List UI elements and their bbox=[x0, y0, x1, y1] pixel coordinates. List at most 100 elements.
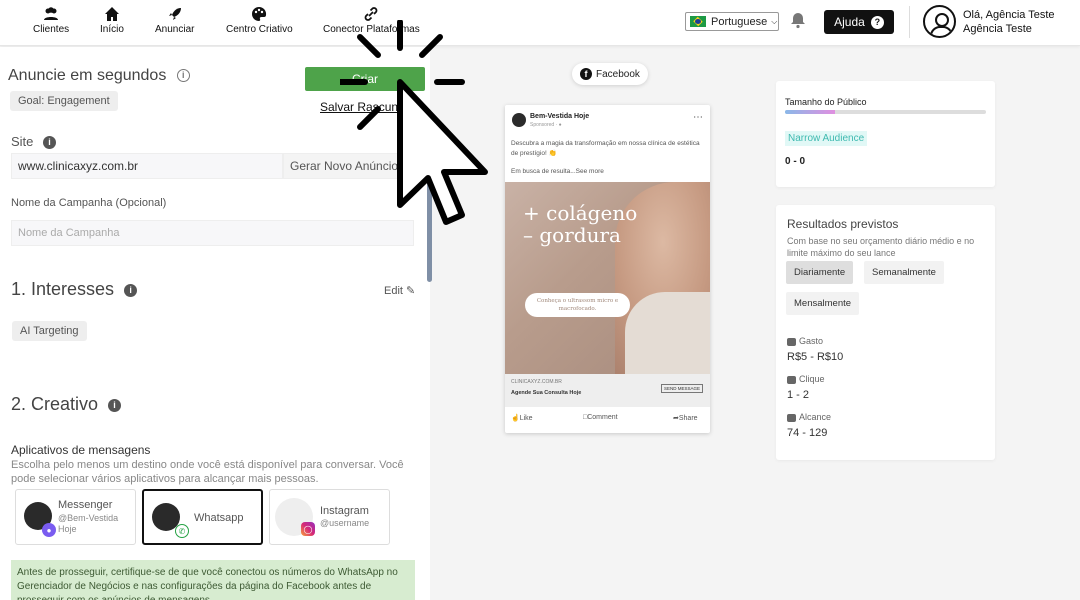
user-line-2: Agência Teste bbox=[963, 23, 1032, 35]
user-avatar[interactable] bbox=[923, 5, 956, 38]
more-options-icon[interactable]: ⋯ bbox=[693, 112, 703, 123]
info-icon[interactable]: i bbox=[124, 283, 138, 297]
messaging-apps-title: Aplicativos de mensagens bbox=[11, 443, 151, 457]
results-description: Com base no seu orçamento diário médio e… bbox=[787, 236, 975, 258]
platform-chip[interactable]: f Facebook bbox=[572, 63, 648, 85]
app-handle: @username bbox=[320, 518, 370, 528]
divider bbox=[909, 6, 910, 38]
app-name: Messenger bbox=[58, 499, 113, 511]
ad-preview: Bem-Vestida Hoje Sponsored · ● ⋯ Descubr… bbox=[505, 105, 710, 433]
send-message-button[interactable]: SEND MESSAGE bbox=[661, 384, 704, 393]
top-navigation-bar: Clientes Início Anunciar Centro Criativo… bbox=[0, 0, 1080, 46]
brazil-flag-icon bbox=[690, 16, 706, 27]
reach-value: 74 - 129 bbox=[787, 427, 828, 439]
facebook-icon: f bbox=[580, 68, 592, 80]
help-button[interactable]: Ajuda ? bbox=[824, 10, 894, 34]
clicks-label: Clique bbox=[787, 374, 825, 384]
section-interests-title: 1. Interesses i bbox=[11, 279, 138, 300]
like-button[interactable]: ☝Like bbox=[511, 414, 533, 422]
audience-title: Tamanho do Público bbox=[785, 97, 867, 107]
share-label: Share bbox=[678, 415, 698, 422]
chevron-down-icon: ⌵ bbox=[771, 16, 778, 26]
section-creative-text: 2. Creativo bbox=[11, 394, 99, 414]
whatsapp-option[interactable]: ✆ Whatsapp bbox=[142, 489, 263, 545]
clicks-label-text: Clique bbox=[799, 374, 825, 384]
info-icon[interactable]: i bbox=[43, 136, 57, 150]
edit-label: Edit bbox=[384, 285, 403, 297]
pencil-icon: ✎ bbox=[406, 285, 416, 297]
see-more-text: Em busca de resulta...See more bbox=[511, 168, 604, 175]
page-avatar bbox=[512, 113, 526, 127]
campaign-name-label: Nome da Campanha (Opcional) bbox=[11, 197, 167, 209]
post-text: Descubra a magia da transformação em nos… bbox=[511, 140, 700, 157]
site-label: Site i bbox=[11, 134, 57, 150]
predicted-results-card: Resultados previstos Com base no seu orç… bbox=[776, 205, 995, 460]
nav-centro-criativo[interactable]: Centro Criativo bbox=[226, 6, 293, 35]
like-label: Like bbox=[519, 415, 533, 422]
globe-icon: ● bbox=[558, 122, 562, 128]
tab-monthly[interactable]: Mensalmente bbox=[786, 292, 860, 315]
campaign-name-input[interactable]: Nome da Campanha bbox=[11, 220, 414, 246]
headline-line-1: + colágeno bbox=[523, 201, 638, 225]
goal-chip: Goal: Engagement bbox=[10, 91, 118, 111]
edit-interests-link[interactable]: Edit ✎ bbox=[384, 284, 415, 297]
save-draft-link[interactable]: Salvar Rascunho bbox=[320, 100, 411, 114]
link-url: CLINICAXYZ.COM.BR bbox=[511, 379, 562, 385]
messenger-option[interactable]: ● Messenger @Bem-Vestida Hoje bbox=[15, 489, 136, 545]
whatsapp-notice: Antes de prosseguir, certifique-se de qu… bbox=[11, 560, 415, 600]
link-footer: CLINICAXYZ.COM.BR Agende Sua Consulta Ho… bbox=[505, 374, 710, 407]
nav-inicio[interactable]: Início bbox=[100, 6, 124, 35]
link-icon bbox=[364, 7, 378, 21]
comment-button[interactable]: □Comment bbox=[583, 414, 618, 421]
section-interests-text: 1. Interesses bbox=[11, 279, 115, 299]
user-line-1: Olá, Agência Teste bbox=[963, 9, 1055, 21]
users-icon bbox=[44, 7, 59, 20]
results-title: Resultados previstos bbox=[787, 217, 899, 231]
share-button[interactable]: ➦Share bbox=[673, 414, 698, 422]
messenger-icon: ● bbox=[42, 523, 56, 537]
form-title-text: Anuncie em segundos bbox=[8, 67, 167, 84]
user-greeting: Olá, Agência Teste Agência Teste bbox=[963, 8, 1055, 36]
instagram-option[interactable]: ◯ Instagram @username bbox=[269, 489, 390, 545]
app-name: Instagram bbox=[320, 505, 369, 517]
nav-clientes[interactable]: Clientes bbox=[33, 6, 69, 35]
nav-label: Conector Plataformas bbox=[323, 24, 420, 35]
site-input[interactable]: www.clinicaxyz.com.br bbox=[11, 153, 283, 179]
generate-ad-button[interactable]: Gerar Novo Anúncio bbox=[283, 153, 413, 179]
language-value: Portuguese bbox=[711, 15, 768, 28]
question-icon: ? bbox=[870, 15, 884, 29]
app-name: Whatsapp bbox=[194, 512, 244, 524]
instagram-icon: ◯ bbox=[301, 522, 315, 536]
reach-label-text: Alcance bbox=[799, 412, 832, 422]
info-icon[interactable]: i bbox=[108, 398, 122, 412]
whatsapp-icon: ✆ bbox=[175, 524, 189, 538]
tab-daily[interactable]: Diariamente bbox=[786, 261, 854, 284]
link-title: Agende Sua Consulta Hoje bbox=[511, 390, 582, 396]
nav-anunciar[interactable]: Anunciar bbox=[155, 6, 194, 35]
users-icon bbox=[787, 375, 796, 384]
tab-weekly[interactable]: Semanalmente bbox=[864, 261, 944, 284]
audience-meter-fill bbox=[785, 110, 836, 114]
refresh-icon bbox=[787, 413, 796, 422]
ai-targeting-chip[interactable]: AI Targeting bbox=[12, 321, 87, 341]
spend-label: Gasto bbox=[787, 336, 823, 346]
palette-icon bbox=[252, 6, 267, 21]
info-icon[interactable]: i bbox=[176, 69, 190, 83]
scrollbar-thumb[interactable] bbox=[427, 160, 432, 282]
thumbs-up-icon: ☝ bbox=[511, 415, 520, 422]
section-creative-title: 2. Creativo i bbox=[11, 394, 122, 415]
nav-conector-plataformas[interactable]: Conector Plataformas bbox=[323, 6, 420, 35]
spend-value: R$5 - R$10 bbox=[787, 351, 844, 363]
sponsored-text: Sponsored · bbox=[530, 122, 559, 128]
nav-label: Anunciar bbox=[155, 24, 195, 35]
language-select[interactable]: Portuguese ⌵ bbox=[685, 12, 779, 31]
bell-icon[interactable] bbox=[789, 11, 807, 29]
sponsored-label: Sponsored · ● bbox=[530, 122, 562, 128]
create-button[interactable]: Criar bbox=[305, 67, 425, 91]
page-name: Bem-Vestida Hoje bbox=[530, 113, 590, 120]
platform-label: Facebook bbox=[596, 68, 640, 80]
audience-size-card: Tamanho do Público Narrow Audience 0 - 0 bbox=[776, 81, 995, 187]
app-handle: @Bem-Vestida Hoje bbox=[58, 513, 119, 534]
nav-label: Clientes bbox=[33, 24, 70, 35]
ad-image: + colágeno – gordura Conheça o ultrassom… bbox=[505, 182, 710, 374]
